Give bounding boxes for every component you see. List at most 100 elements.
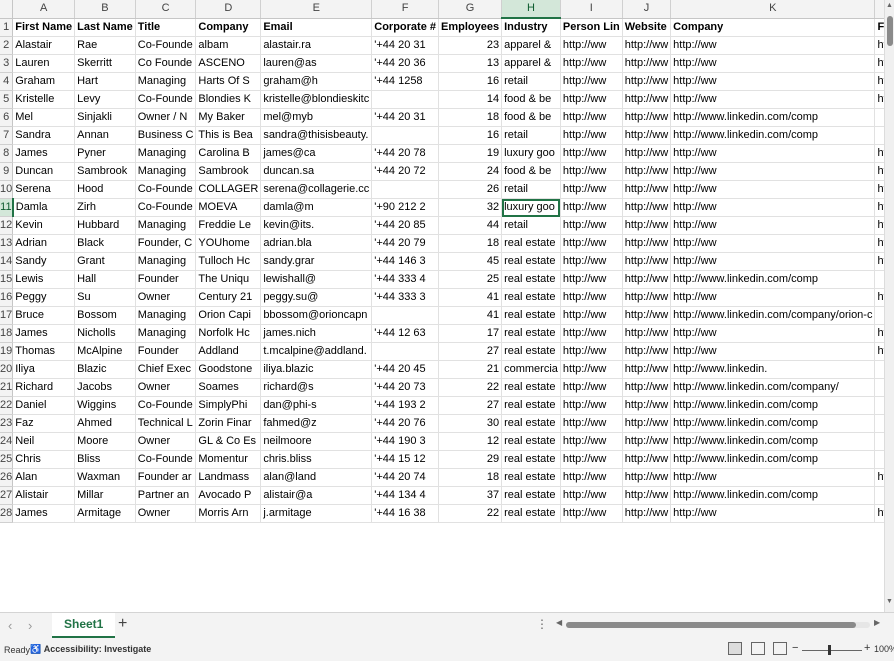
cell[interactable]: http://www.linkedin.com/comp: [670, 396, 876, 415]
cell[interactable]: http://ww: [560, 432, 623, 451]
cell[interactable]: http://ww: [622, 396, 672, 415]
cell[interactable]: 21: [438, 360, 503, 379]
row-header[interactable]: 23: [0, 414, 14, 433]
cell[interactable]: http://www.linkedin.: [670, 360, 876, 379]
cell[interactable]: Hall: [74, 270, 136, 289]
cell[interactable]: '+44 1258: [371, 72, 440, 91]
cell[interactable]: http://www.linkedin.com/comp: [670, 450, 876, 469]
row-header[interactable]: 27: [0, 486, 14, 505]
cell[interactable]: http://ww: [670, 36, 876, 55]
column-title-cell[interactable]: Last Name: [74, 18, 136, 37]
cell[interactable]: http://ww: [670, 54, 876, 73]
cell[interactable]: Sandy: [12, 252, 76, 271]
cell[interactable]: http://ww: [560, 306, 623, 325]
cell[interactable]: http://ww: [670, 216, 876, 235]
cell[interactable]: '+44 20 78: [371, 144, 440, 163]
more-options-icon[interactable]: ⋮: [536, 617, 548, 631]
cell[interactable]: [874, 306, 884, 325]
row-header[interactable]: 4: [0, 72, 14, 91]
cell[interactable]: real estate: [501, 270, 561, 289]
cell[interactable]: http://ww: [560, 54, 623, 73]
zoom-slider-track[interactable]: [802, 650, 862, 651]
cell[interactable]: Daniel: [12, 396, 76, 415]
cell[interactable]: http://ww: [670, 144, 876, 163]
column-header-h[interactable]: H: [501, 0, 561, 19]
cell[interactable]: 32: [438, 198, 503, 217]
cell[interactable]: http://ww: [622, 216, 672, 235]
cell[interactable]: COLLAGER: [195, 180, 262, 199]
cell[interactable]: Tulloch Hc: [195, 252, 262, 271]
cell[interactable]: Lauren: [12, 54, 76, 73]
cell[interactable]: 19: [438, 144, 503, 163]
cell[interactable]: ASCENO: [195, 54, 262, 73]
cell[interactable]: http://ww: [622, 288, 672, 307]
cell[interactable]: http://ww: [560, 486, 623, 505]
cell[interactable]: Peggy: [12, 288, 76, 307]
cell[interactable]: Ahmed: [74, 414, 136, 433]
cell[interactable]: '+44 20 72: [371, 162, 440, 181]
cell[interactable]: Hubbard: [74, 216, 136, 235]
cell[interactable]: [874, 396, 884, 415]
cell[interactable]: Nicholls: [74, 324, 136, 343]
select-all-corner[interactable]: [0, 0, 14, 19]
column-title-cell[interactable]: Email: [260, 18, 373, 37]
column-header-k[interactable]: K: [670, 0, 876, 19]
column-header-a[interactable]: A: [12, 0, 76, 19]
cell[interactable]: james@ca: [260, 144, 373, 163]
cell[interactable]: real estate: [501, 288, 561, 307]
cell[interactable]: 37: [438, 486, 503, 505]
cell[interactable]: dan@phi-s: [260, 396, 373, 415]
cell[interactable]: http://ww: [670, 504, 876, 523]
cell[interactable]: Addland: [195, 342, 262, 361]
cell[interactable]: http://ww: [560, 234, 623, 253]
cell[interactable]: http://ww: [560, 108, 623, 127]
cell[interactable]: real estate: [501, 432, 561, 451]
cell[interactable]: Freddie Le: [195, 216, 262, 235]
sheet-tab-sheet1[interactable]: Sheet1: [52, 613, 116, 638]
page-break-view-icon[interactable]: [773, 642, 788, 655]
cell[interactable]: sandy.grar: [260, 252, 373, 271]
cell[interactable]: 14: [438, 90, 503, 109]
cell[interactable]: Levy: [74, 90, 136, 109]
column-header-j[interactable]: J: [622, 0, 672, 19]
cell[interactable]: https://fac: [874, 36, 884, 55]
cell[interactable]: '+44 20 74: [371, 468, 440, 487]
cell[interactable]: Partner an: [135, 486, 197, 505]
cell[interactable]: retail: [501, 180, 561, 199]
cell[interactable]: http://ww: [670, 90, 876, 109]
cell[interactable]: http://ww: [560, 72, 623, 91]
cell[interactable]: http://ww: [560, 198, 623, 217]
cell[interactable]: duncan.sa: [260, 162, 373, 181]
cell[interactable]: [371, 126, 440, 145]
cell[interactable]: http://ww: [560, 342, 623, 361]
cell[interactable]: Alastair: [12, 36, 76, 55]
cell[interactable]: The Uniqu: [195, 270, 262, 289]
cell[interactable]: Owner / N: [135, 108, 197, 127]
cell[interactable]: [371, 90, 440, 109]
cell[interactable]: real estate: [501, 306, 561, 325]
cell[interactable]: Bruce: [12, 306, 76, 325]
row-header[interactable]: 20: [0, 360, 14, 379]
cell[interactable]: http://ww: [670, 342, 876, 361]
cell[interactable]: http://ww: [670, 72, 876, 91]
cell[interactable]: Managing: [135, 162, 197, 181]
column-title-cell[interactable]: Industry: [501, 18, 561, 37]
cell[interactable]: Sambrook: [74, 162, 136, 181]
cell[interactable]: Sandra: [12, 126, 76, 145]
cell[interactable]: Managing: [135, 324, 197, 343]
cell[interactable]: McAlpine: [74, 342, 136, 361]
column-title-cell[interactable]: Employees: [438, 18, 503, 37]
cell[interactable]: lewishall@: [260, 270, 373, 289]
cell[interactable]: Alistair: [12, 486, 76, 505]
cell[interactable]: https://www.faceboo: [874, 324, 884, 343]
cell[interactable]: https://wv: [874, 468, 884, 487]
cell[interactable]: [874, 486, 884, 505]
cell[interactable]: http://www.linkedin.com/comp: [670, 270, 876, 289]
cell[interactable]: https://wv: [874, 54, 884, 73]
cell[interactable]: http://ww: [560, 450, 623, 469]
cell[interactable]: albam: [195, 36, 262, 55]
cell[interactable]: [874, 108, 884, 127]
cell[interactable]: http://ww: [560, 216, 623, 235]
cell[interactable]: apparel &: [501, 54, 561, 73]
cell[interactable]: Moore: [74, 432, 136, 451]
